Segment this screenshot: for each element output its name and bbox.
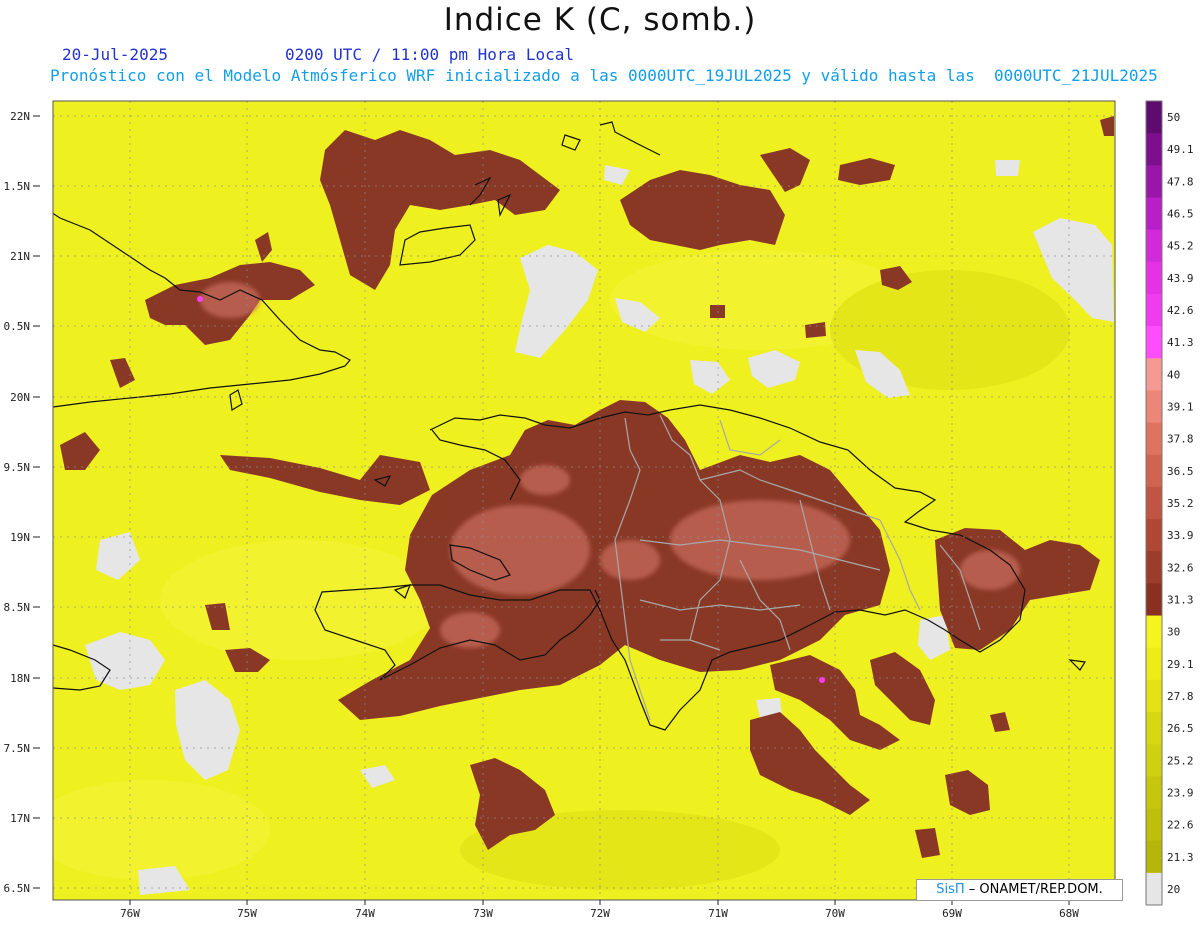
colorbar-swatch bbox=[1146, 808, 1162, 842]
lat-label: 17N bbox=[10, 812, 30, 825]
colorbar-swatch bbox=[1146, 358, 1162, 391]
colorbar-swatch bbox=[1146, 744, 1162, 777]
colorbar-label: 29.1 bbox=[1167, 658, 1194, 671]
colorbar-swatch bbox=[1146, 326, 1162, 359]
colorbar-swatch bbox=[1146, 679, 1162, 713]
colorbar-swatch bbox=[1146, 872, 1162, 906]
lat-ticks bbox=[33, 115, 40, 889]
colorbar-label: 42.6 bbox=[1167, 304, 1194, 317]
lon-label: 73W bbox=[473, 907, 493, 920]
colorbar-label: 20 bbox=[1167, 883, 1180, 896]
colorbar-label: 35.2 bbox=[1167, 497, 1194, 510]
lon-label: 74W bbox=[355, 907, 375, 920]
colorbar: 50 49.1 47.8 46.5 45.2 43.9 42.6 41.3 40 39.1 37.8… bbox=[1145, 100, 1194, 906]
colorbar-label: 25.2 bbox=[1167, 754, 1194, 767]
colorbar-swatch bbox=[1146, 776, 1162, 810]
colorbar-swatch bbox=[1146, 229, 1162, 263]
colorbar-label: 27.8 bbox=[1167, 690, 1194, 703]
credit-text: – ONAMET/REP.DOM. bbox=[964, 882, 1103, 897]
lat-label: 1.5N bbox=[4, 180, 31, 193]
colorbar-label: 22.6 bbox=[1167, 819, 1194, 832]
colorbar-label: 46.5 bbox=[1167, 208, 1194, 221]
colorbar-label: 45.2 bbox=[1167, 240, 1194, 253]
colorbar-label: 33.9 bbox=[1167, 529, 1194, 542]
colorbar-label: 32.6 bbox=[1167, 561, 1194, 574]
colorbar-swatch bbox=[1146, 101, 1162, 134]
lat-label: 20N bbox=[10, 391, 30, 404]
lon-label: 69W bbox=[942, 907, 962, 920]
colorbar-swatch bbox=[1146, 293, 1162, 327]
colorbar-label: 23.9 bbox=[1167, 786, 1194, 799]
colorbar-label: 26.5 bbox=[1167, 722, 1194, 735]
lat-label: 0.5N bbox=[4, 320, 31, 333]
credit-box: SisΠ – ONAMET/REP.DOM. bbox=[916, 879, 1123, 901]
colorbar-swatch bbox=[1146, 647, 1162, 681]
sispi-logo-text: SisΠ bbox=[936, 882, 965, 897]
colorbar-label: 40 bbox=[1167, 368, 1180, 381]
lat-label: 9.5N bbox=[4, 461, 31, 474]
colorbar-swatch bbox=[1146, 165, 1162, 198]
lon-label: 70W bbox=[825, 907, 845, 920]
colorbar-label: 43.9 bbox=[1167, 272, 1194, 285]
colorbar-swatch bbox=[1146, 615, 1162, 649]
colorbar-swatch bbox=[1146, 422, 1162, 456]
lon-label: 71W bbox=[708, 907, 728, 920]
lat-label: 18N bbox=[10, 672, 30, 685]
colorbar-swatch bbox=[1146, 390, 1162, 424]
colorbar-label: 47.8 bbox=[1167, 175, 1194, 188]
colorbar-swatch bbox=[1146, 551, 1162, 584]
colorbar-label: 21.3 bbox=[1167, 851, 1194, 864]
colorbar-swatch bbox=[1146, 840, 1162, 874]
colorbar-swatch bbox=[1146, 712, 1162, 745]
colorbar-swatch bbox=[1146, 583, 1162, 617]
colorbar-label: 36.5 bbox=[1167, 465, 1194, 478]
colorbar-swatch bbox=[1146, 261, 1162, 295]
colorbar-swatch bbox=[1146, 519, 1162, 552]
lat-label: 8.5N bbox=[4, 601, 31, 614]
colorbar-label: 37.8 bbox=[1167, 433, 1194, 446]
lon-label: 75W bbox=[237, 907, 257, 920]
k-index-map: 22N 1.5N 21N 0.5N 20N 9.5N 19N 8.5N 18N … bbox=[4, 100, 1194, 920]
colorbar-label: 49.1 bbox=[1167, 143, 1194, 156]
lat-label: 6.5N bbox=[4, 882, 31, 895]
colorbar-label: 39.1 bbox=[1167, 401, 1194, 414]
lat-label: 22N bbox=[10, 110, 30, 123]
colorbar-label: 50 bbox=[1167, 111, 1180, 124]
colorbar-label: 30 bbox=[1167, 626, 1180, 639]
lat-label: 19N bbox=[10, 531, 30, 544]
latitude-axis: 22N 1.5N 21N 0.5N 20N 9.5N 19N 8.5N 18N … bbox=[4, 110, 31, 895]
colorbar-swatch bbox=[1146, 454, 1162, 488]
lat-label: 21N bbox=[10, 250, 30, 263]
longitude-axis: 76W 75W 74W 73W 72W 71W 70W 69W 68W bbox=[120, 907, 1079, 920]
colorbar-label: 31.3 bbox=[1167, 593, 1194, 606]
colorbar-swatch bbox=[1146, 133, 1162, 166]
lat-label: 7.5N bbox=[4, 742, 31, 755]
lon-label: 76W bbox=[120, 907, 140, 920]
lon-label: 72W bbox=[590, 907, 610, 920]
colorbar-swatch bbox=[1146, 486, 1162, 520]
colorbar-swatch bbox=[1146, 197, 1162, 231]
colorbar-label: 41.3 bbox=[1167, 336, 1194, 349]
lon-label: 68W bbox=[1059, 907, 1079, 920]
